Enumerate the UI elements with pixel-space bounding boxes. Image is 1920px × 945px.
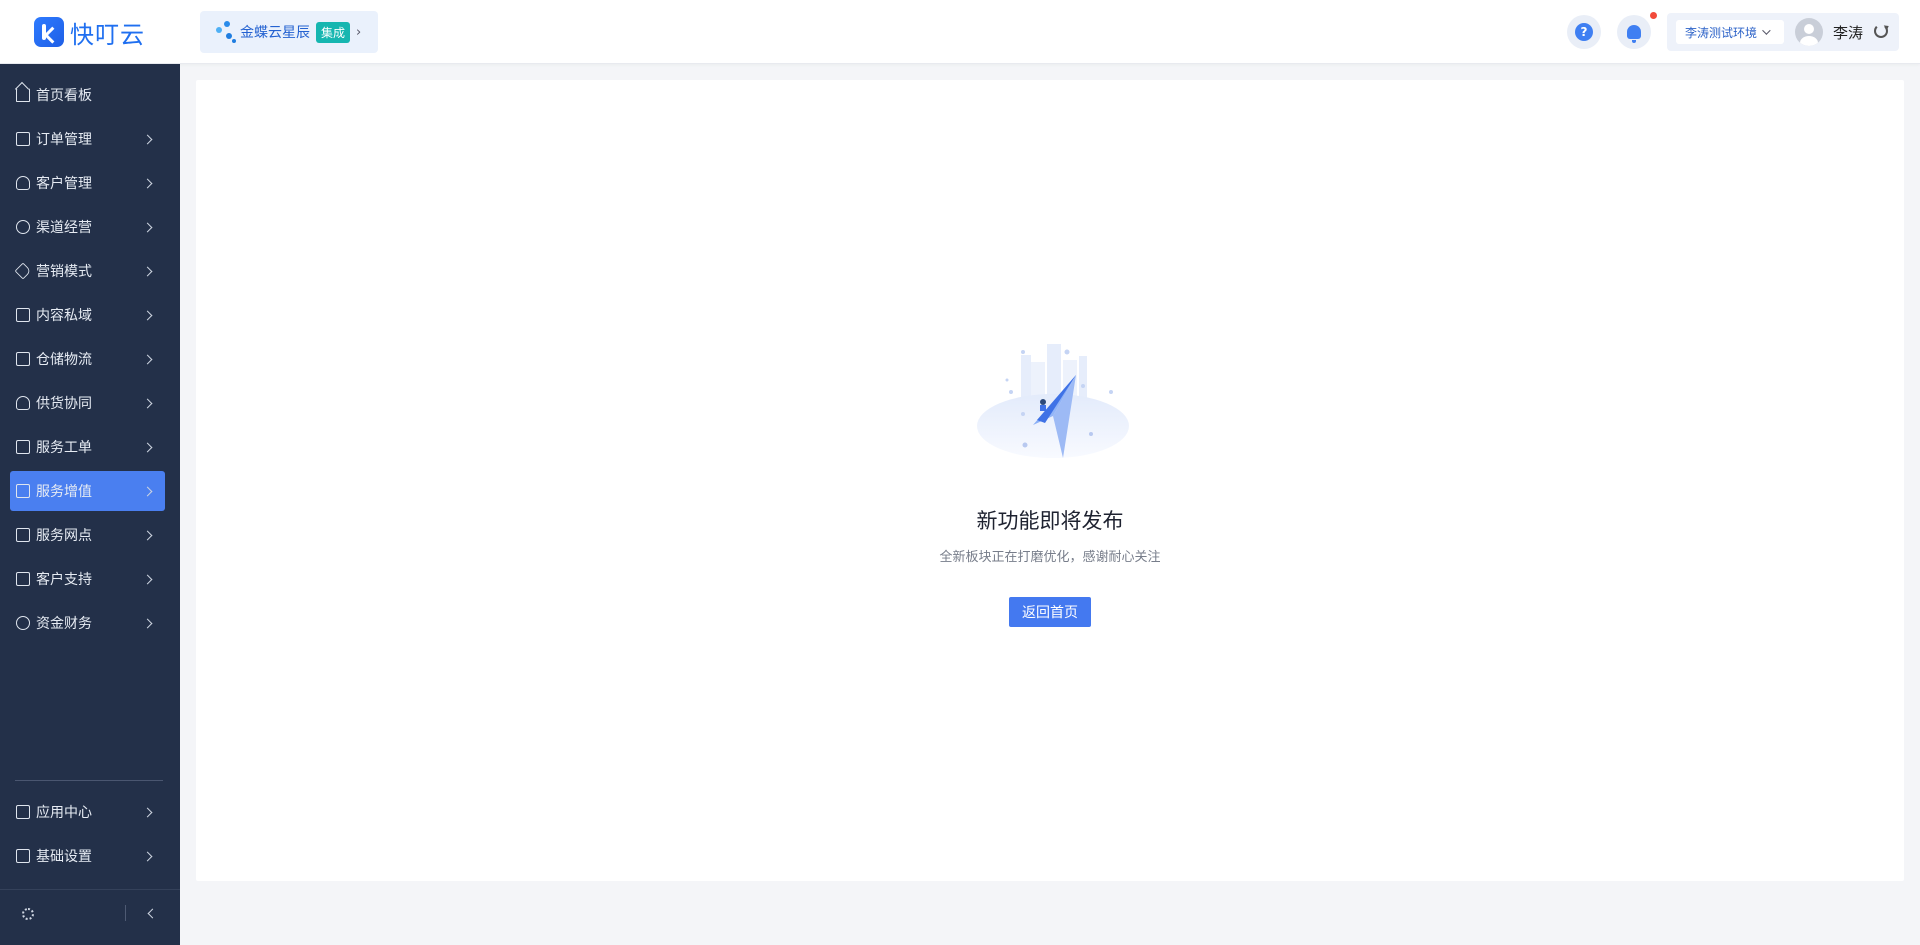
refresh-icon[interactable] bbox=[1874, 24, 1888, 38]
sidebar-item-label: 营销模式 bbox=[36, 264, 92, 280]
collapse-sidebar-icon[interactable] bbox=[147, 908, 158, 919]
chevron-right-icon bbox=[142, 618, 153, 628]
sidebar-item-settings[interactable]: 基础设置 bbox=[10, 836, 165, 876]
notification-dot bbox=[1650, 12, 1657, 19]
sidebar: 首页看板 订单管理 客户管理 渠道经营 营销模式 内容私域 仓储物流 供货协同 … bbox=[0, 64, 180, 945]
sidebar-menu: 首页看板 订单管理 客户管理 渠道经营 营销模式 内容私域 仓储物流 供货协同 … bbox=[0, 75, 180, 647]
tag-icon bbox=[14, 262, 32, 280]
sidebar-item-label: 服务网点 bbox=[36, 528, 92, 544]
environment-label: 李涛测试环境 bbox=[1685, 25, 1758, 40]
order-icon bbox=[16, 132, 30, 146]
support-icon bbox=[16, 572, 30, 586]
chevron-right-icon bbox=[142, 442, 153, 452]
yen-icon bbox=[16, 616, 30, 630]
chevron-right-icon bbox=[142, 398, 153, 408]
footer-divider bbox=[125, 905, 126, 921]
sidebar-footer bbox=[0, 889, 180, 945]
user-icon bbox=[16, 176, 30, 190]
sidebar-item-supply[interactable]: 供货协同 bbox=[10, 383, 165, 423]
kingdee-logo-icon bbox=[214, 20, 236, 44]
sidebar-item-label: 订单管理 bbox=[36, 132, 92, 148]
home-icon bbox=[16, 88, 30, 102]
sidebar-item-marketing[interactable]: 营销模式 bbox=[10, 251, 165, 291]
sidebar-item-warehouse[interactable]: 仓储物流 bbox=[10, 339, 165, 379]
bell-icon bbox=[1627, 25, 1641, 43]
sidebar-item-dashboard[interactable]: 首页看板 bbox=[10, 75, 165, 115]
image-icon bbox=[16, 308, 30, 322]
chevron-right-icon bbox=[142, 134, 153, 144]
sidebar-item-label: 客户支持 bbox=[36, 572, 92, 588]
integration-name: 金蝶云星辰 bbox=[240, 25, 310, 41]
logo-icon bbox=[34, 17, 64, 47]
sidebar-item-label: 资金财务 bbox=[36, 616, 92, 632]
sidebar-item-content[interactable]: 内容私域 bbox=[10, 295, 165, 335]
chevron-right-icon bbox=[142, 266, 153, 276]
app-logo[interactable]: 快叮云 bbox=[34, 16, 145, 49]
sidebar-item-orders[interactable]: 订单管理 bbox=[10, 119, 165, 159]
chevron-right-icon bbox=[142, 530, 153, 540]
sidebar-divider bbox=[15, 780, 163, 781]
chevron-down-icon bbox=[1762, 26, 1771, 35]
chevron-right-icon bbox=[142, 310, 153, 320]
coming-soon-illustration bbox=[977, 344, 1129, 458]
sidebar-item-service-points[interactable]: 服务网点 bbox=[10, 515, 165, 555]
integration-chip[interactable]: 金蝶云星辰 集成 › bbox=[200, 11, 378, 53]
notification-button[interactable] bbox=[1617, 15, 1651, 49]
chevron-right-icon: › bbox=[356, 24, 362, 40]
sidebar-item-label: 供货协同 bbox=[36, 396, 92, 412]
sidebar-item-app-center[interactable]: 应用中心 bbox=[10, 792, 165, 832]
settings-icon bbox=[16, 849, 30, 863]
gear-icon[interactable] bbox=[22, 908, 34, 920]
channel-icon bbox=[16, 220, 30, 234]
sidebar-item-customers[interactable]: 客户管理 bbox=[10, 163, 165, 203]
chevron-right-icon bbox=[142, 354, 153, 364]
chevron-right-icon bbox=[142, 486, 153, 496]
sidebar-item-label: 首页看板 bbox=[36, 88, 92, 104]
help-button[interactable]: ? bbox=[1567, 15, 1601, 49]
sidebar-item-support[interactable]: 客户支持 bbox=[10, 559, 165, 599]
box-icon bbox=[16, 352, 30, 366]
chevron-right-icon bbox=[142, 574, 153, 584]
main-content: 新功能即将发布 全新板块正在打磨优化，感谢耐心关注 返回首页 bbox=[196, 80, 1904, 881]
sidebar-item-channels[interactable]: 渠道经营 bbox=[10, 207, 165, 247]
sidebar-item-label: 服务增值 bbox=[36, 484, 92, 500]
sidebar-item-value-added[interactable]: 服务增值 bbox=[10, 471, 165, 511]
help-icon: ? bbox=[1575, 23, 1593, 41]
page-title: 新功能即将发布 bbox=[976, 509, 1124, 533]
sidebar-item-label: 内容私域 bbox=[36, 308, 92, 324]
sidebar-item-label: 渠道经营 bbox=[36, 220, 92, 236]
chevron-right-icon bbox=[142, 807, 153, 817]
store-icon bbox=[16, 528, 30, 542]
page-description: 全新板块正在打磨优化，感谢耐心关注 bbox=[939, 550, 1161, 565]
chevron-right-icon bbox=[142, 178, 153, 188]
environment-select[interactable]: 李涛测试环境 bbox=[1676, 20, 1784, 44]
integration-tag: 集成 bbox=[316, 21, 351, 43]
sidebar-bottom-menu: 应用中心 基础设置 bbox=[0, 792, 180, 880]
logo-text: 快叮云 bbox=[70, 20, 145, 49]
avatar[interactable] bbox=[1795, 18, 1823, 46]
sidebar-item-label: 服务工单 bbox=[36, 440, 92, 456]
supplier-icon bbox=[16, 396, 30, 410]
bag-icon bbox=[16, 484, 30, 498]
chevron-right-icon bbox=[142, 851, 153, 861]
sidebar-item-service-tickets[interactable]: 服务工单 bbox=[10, 427, 165, 467]
back-home-button[interactable]: 返回首页 bbox=[1009, 597, 1091, 627]
sidebar-item-label: 仓储物流 bbox=[36, 352, 92, 368]
cube-icon bbox=[16, 805, 30, 819]
top-header: 快叮云 金蝶云星辰 集成 › ? 李涛测试环境 李涛 bbox=[0, 0, 1920, 64]
sidebar-item-label: 客户管理 bbox=[36, 176, 92, 192]
user-panel: 李涛测试环境 李涛 bbox=[1667, 13, 1899, 51]
ticket-icon bbox=[16, 440, 30, 454]
sidebar-item-label: 应用中心 bbox=[36, 805, 92, 821]
chevron-right-icon bbox=[142, 222, 153, 232]
user-name[interactable]: 李涛 bbox=[1833, 22, 1863, 43]
sidebar-item-finance[interactable]: 资金财务 bbox=[10, 603, 165, 643]
sidebar-item-label: 基础设置 bbox=[36, 849, 92, 865]
